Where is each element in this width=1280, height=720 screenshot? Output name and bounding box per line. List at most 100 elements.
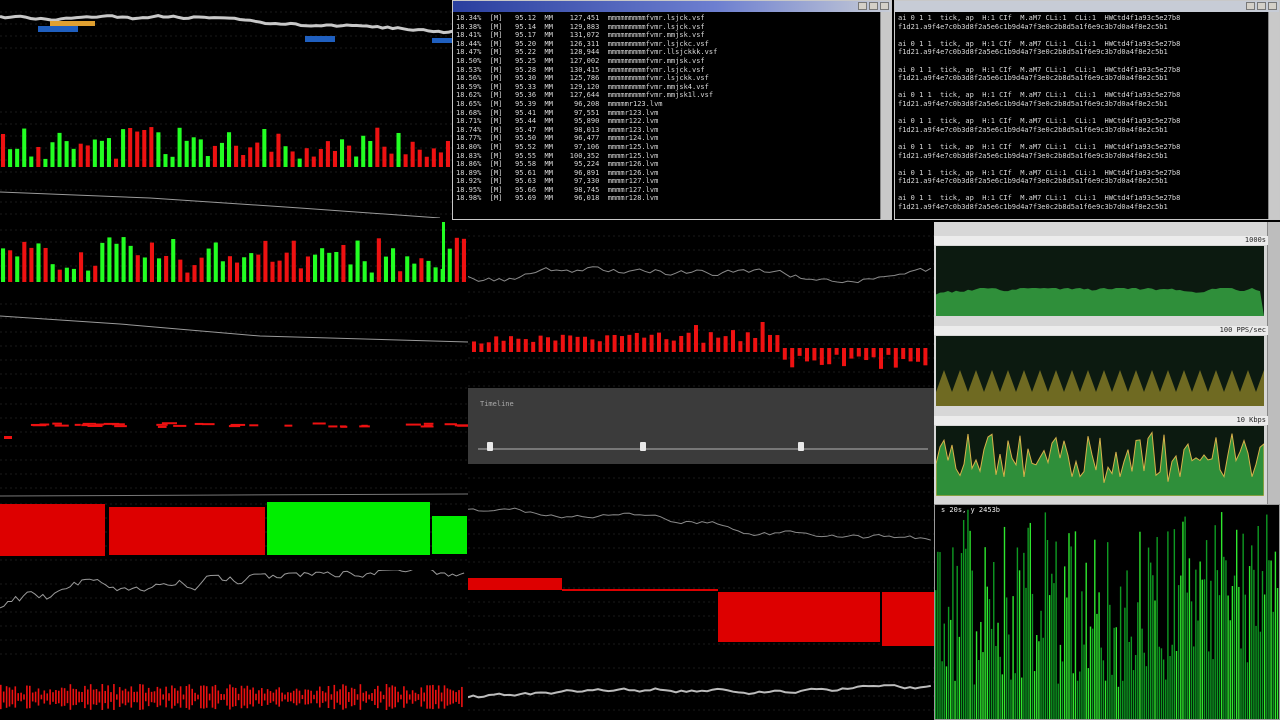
volume-bar bbox=[283, 146, 288, 167]
slider-track[interactable] bbox=[478, 448, 928, 450]
throughput-bar bbox=[1104, 680, 1107, 719]
spike bbox=[98, 691, 101, 703]
spike bbox=[14, 686, 17, 708]
marker bbox=[228, 425, 241, 428]
red-bar bbox=[753, 337, 758, 352]
spike bbox=[324, 692, 327, 702]
throughput-bar bbox=[1270, 560, 1272, 719]
scrollbar[interactable] bbox=[880, 12, 891, 219]
volume-bar bbox=[50, 142, 55, 167]
throughput-bar bbox=[1227, 595, 1229, 719]
throughput-bar bbox=[988, 599, 991, 719]
throughput-bar bbox=[1154, 600, 1156, 719]
spike bbox=[310, 690, 312, 704]
minimize-icon[interactable] bbox=[858, 2, 867, 10]
spike bbox=[275, 689, 278, 705]
red-bar bbox=[760, 322, 765, 352]
throughput-bar bbox=[997, 622, 999, 719]
throughput-bar bbox=[947, 606, 950, 719]
spike bbox=[2, 691, 5, 703]
red-bar bbox=[812, 348, 817, 361]
marker bbox=[39, 423, 50, 426]
throughput-bar bbox=[1186, 592, 1188, 719]
throughput-bar bbox=[1165, 679, 1167, 719]
red-bar bbox=[864, 348, 869, 361]
red-bar bbox=[842, 348, 846, 367]
price-segment bbox=[432, 38, 452, 43]
red-bar bbox=[553, 340, 558, 352]
red-bar bbox=[605, 335, 610, 352]
volume-bar bbox=[64, 141, 69, 167]
spike bbox=[301, 694, 304, 700]
spike bbox=[165, 686, 167, 708]
throughput-bar bbox=[1038, 641, 1040, 719]
spike bbox=[43, 690, 46, 704]
slider-knob-2[interactable] bbox=[640, 442, 646, 451]
volume-bar bbox=[100, 242, 105, 282]
monitor-graph-1 bbox=[936, 246, 1264, 316]
spike bbox=[461, 686, 463, 708]
red-bar bbox=[664, 339, 669, 352]
terminal-titlebar[interactable] bbox=[895, 1, 1279, 12]
network-monitor: 1000s 100 PPS/sec 10 Kbps bbox=[934, 222, 1280, 504]
spike bbox=[214, 684, 217, 710]
throughput-bar bbox=[1274, 551, 1277, 719]
noise-line bbox=[0, 570, 465, 609]
monitor-graph-2 bbox=[936, 336, 1264, 406]
slider-title: Timeline bbox=[480, 400, 514, 408]
throughput-bar bbox=[1246, 662, 1249, 719]
throughput-bar bbox=[1203, 579, 1206, 719]
scrollbar[interactable] bbox=[1267, 222, 1280, 504]
maximize-icon[interactable] bbox=[869, 2, 878, 10]
minimize-icon[interactable] bbox=[1246, 2, 1255, 10]
maximize-icon[interactable] bbox=[1257, 2, 1266, 10]
throughput-bar bbox=[1031, 593, 1034, 719]
volume-bar bbox=[383, 256, 388, 282]
spike bbox=[414, 692, 417, 702]
timeline-slider-panel[interactable]: Timeline bbox=[468, 388, 934, 464]
spike bbox=[49, 689, 51, 705]
throughput-bar bbox=[971, 570, 973, 719]
graph-header bbox=[934, 326, 1268, 335]
throughput-bar bbox=[943, 623, 945, 719]
slider-knob-3[interactable] bbox=[797, 442, 804, 451]
throughput-bar bbox=[1018, 570, 1021, 719]
status-block bbox=[882, 592, 934, 646]
throughput-bar bbox=[941, 661, 943, 719]
monitor-graph-3 bbox=[936, 426, 1264, 496]
throughput-bar bbox=[969, 530, 971, 719]
close-icon[interactable] bbox=[880, 2, 889, 10]
throughput-bar bbox=[1184, 516, 1186, 719]
marker bbox=[312, 422, 326, 425]
volume-bar bbox=[398, 271, 403, 282]
volume-bar bbox=[227, 132, 232, 167]
volume-bar bbox=[114, 243, 119, 282]
throughput-bar bbox=[1156, 537, 1158, 719]
red-bar bbox=[738, 341, 743, 352]
throughput-bar bbox=[1141, 628, 1143, 719]
throughput-bar bbox=[1263, 594, 1266, 719]
spike bbox=[397, 691, 399, 703]
terminal-titlebar[interactable] bbox=[453, 1, 891, 12]
spike bbox=[426, 685, 428, 709]
terminal-window-right[interactable]: ai 0 1 1 tick, ap H:1 CIf M.aM7 CLi:1 CL… bbox=[894, 0, 1280, 220]
close-icon[interactable] bbox=[1268, 2, 1277, 10]
spike bbox=[87, 689, 89, 705]
marker bbox=[420, 425, 434, 428]
spike bbox=[136, 691, 138, 703]
throughput-bar bbox=[1240, 648, 1242, 719]
volume-bar bbox=[291, 240, 296, 282]
spike bbox=[232, 687, 234, 707]
volume-bar bbox=[235, 262, 240, 282]
throughput-bar bbox=[1048, 595, 1051, 719]
scrollbar[interactable] bbox=[1268, 12, 1279, 219]
spike bbox=[423, 692, 425, 702]
throughput-bar bbox=[1102, 660, 1105, 719]
slider-knob-1[interactable] bbox=[487, 442, 493, 451]
status-block bbox=[109, 507, 265, 555]
volume-bar bbox=[149, 127, 154, 167]
spike bbox=[72, 688, 75, 706]
volume-bar bbox=[171, 239, 176, 282]
throughput-bar bbox=[1175, 650, 1178, 719]
terminal-window-left[interactable]: 18.34% [M] 95.12 MM 127,451 mmmmmmmmmfvm… bbox=[452, 0, 892, 220]
